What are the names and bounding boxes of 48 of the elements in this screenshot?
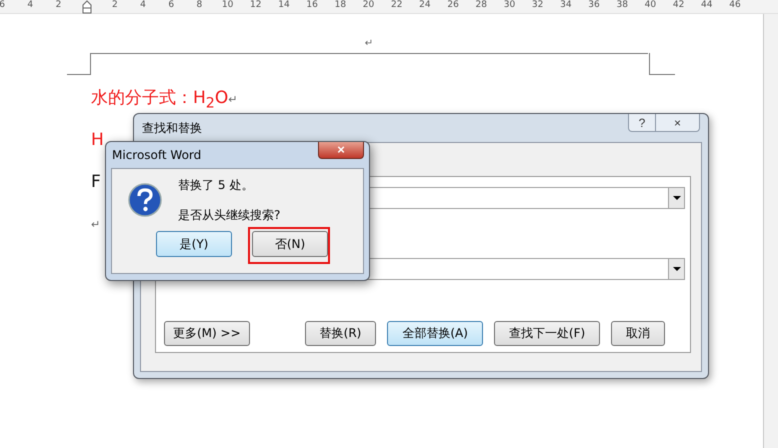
ruler-number: 2 bbox=[110, 0, 119, 12]
indent-marker-icon[interactable] bbox=[82, 0, 92, 14]
ruler-number: 38 bbox=[615, 0, 629, 12]
ruler-number: 34 bbox=[559, 0, 573, 12]
dialog-button[interactable]: 查找下一处(F) bbox=[494, 321, 600, 346]
ruler-number: 12 bbox=[249, 0, 262, 12]
dialog-button[interactable]: 是(Y) bbox=[156, 231, 232, 257]
help-button[interactable]: ? bbox=[628, 114, 656, 132]
dialog-title: Microsoft Word bbox=[112, 147, 202, 164]
ruler-number: 18 bbox=[334, 0, 348, 12]
dialog-button[interactable]: 否(N) bbox=[252, 231, 328, 257]
ruler-number: 6 bbox=[0, 0, 6, 12]
dialog-button[interactable]: 替换(R) bbox=[304, 321, 376, 346]
paragraph-mark: ↵ bbox=[364, 38, 374, 50]
ruler-number: 44 bbox=[700, 0, 714, 12]
formula-text: 水的分子式：H$_{2}$O bbox=[91, 88, 228, 108]
document-text: H bbox=[91, 130, 104, 150]
ruler-number: 30 bbox=[502, 0, 516, 12]
ruler-number: 46 bbox=[728, 0, 742, 12]
ruler-number: 2 bbox=[54, 0, 62, 12]
ruler-number: 6 bbox=[167, 0, 176, 12]
ruler-number: 28 bbox=[474, 0, 488, 12]
ruler-number: 40 bbox=[644, 0, 658, 12]
paragraph-mark: ↵ bbox=[228, 93, 238, 106]
message-text: 替换了 5 处。 bbox=[178, 177, 254, 193]
dialog-button[interactable]: 全部替换(A) bbox=[387, 321, 483, 346]
ruler-number: 4 bbox=[139, 0, 147, 12]
ruler-number: 36 bbox=[587, 0, 601, 12]
document-text: F bbox=[91, 172, 101, 192]
ruler-number: 10 bbox=[220, 0, 234, 12]
question-icon bbox=[128, 183, 162, 217]
ruler-number: 32 bbox=[530, 0, 544, 12]
ruler-number: 4 bbox=[26, 0, 34, 12]
paragraph-mark: ↵ bbox=[91, 218, 100, 231]
dialog-button[interactable]: 取消 bbox=[611, 321, 666, 346]
ruler-number: 8 bbox=[196, 0, 204, 12]
dialog-title: 查找和替换 bbox=[142, 120, 202, 137]
ruler-number: 22 bbox=[390, 0, 404, 12]
ruler-number: 20 bbox=[362, 0, 376, 12]
ruler-number: 14 bbox=[277, 0, 291, 12]
ruler-number: 16 bbox=[305, 0, 319, 12]
ruler-number: 24 bbox=[418, 0, 432, 12]
dialog-button[interactable]: 更多(M) >> bbox=[164, 321, 250, 346]
close-button[interactable]: × bbox=[656, 114, 700, 132]
scrollbar[interactable] bbox=[764, 14, 778, 448]
ruler-number: 42 bbox=[672, 0, 686, 12]
message-text: 是否从头继续搜索? bbox=[178, 207, 280, 223]
ruler-number: 26 bbox=[446, 0, 460, 12]
